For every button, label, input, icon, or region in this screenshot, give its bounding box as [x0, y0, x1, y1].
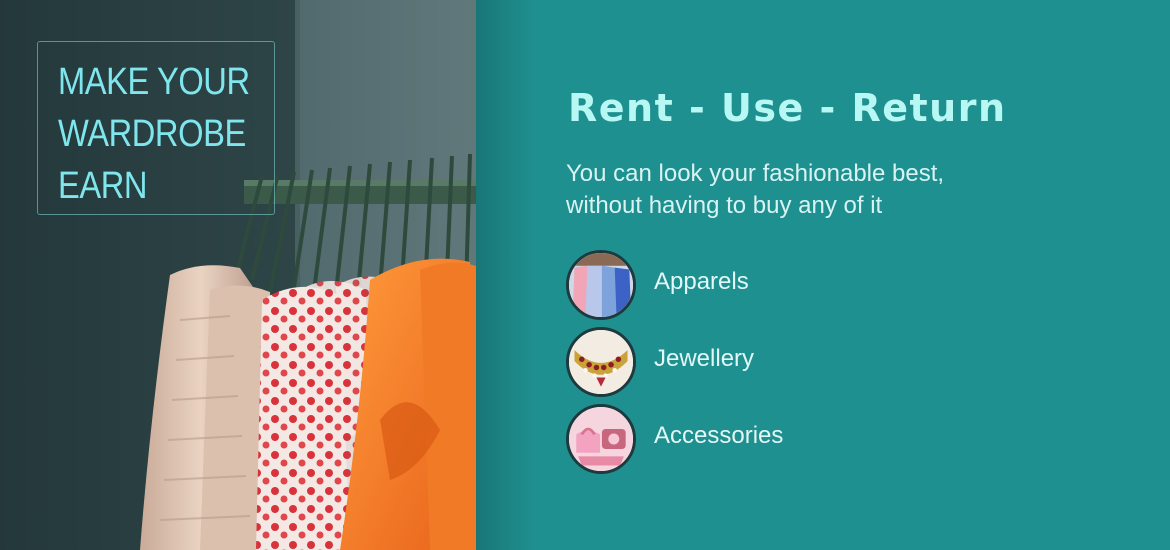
- category-label: Jewellery: [654, 345, 755, 372]
- tagline-box: MAKE YOUR WARDROBE EARN: [37, 41, 275, 215]
- tagline-line: WARDROBE: [58, 113, 246, 155]
- category-accessories[interactable]: Accessories: [566, 404, 966, 481]
- accessories-thumbnail-icon: [566, 404, 636, 474]
- headline: Rent - Use - Return: [568, 86, 1007, 130]
- subtitle: You can look your fashionable best, with…: [566, 160, 945, 219]
- jewellery-thumbnail-icon: [566, 327, 636, 397]
- apparels-thumbnail-icon: [566, 250, 636, 320]
- panel-edge-shadow: [476, 0, 536, 550]
- category-label: Apparels: [654, 268, 749, 295]
- category-label: Accessories: [654, 422, 784, 449]
- tagline-line: EARN: [58, 165, 148, 207]
- category-jewellery[interactable]: Jewellery: [566, 327, 966, 404]
- category-apparels[interactable]: Apparels: [566, 250, 966, 327]
- hero-clothing-rack-photo: MAKE YOUR WARDROBE EARN: [0, 0, 476, 550]
- info-panel: Rent - Use - Return You can look your fa…: [566, 0, 1146, 550]
- category-list: Apparels Jewellery Accessories: [566, 250, 966, 481]
- tagline-line: MAKE YOUR: [58, 61, 250, 103]
